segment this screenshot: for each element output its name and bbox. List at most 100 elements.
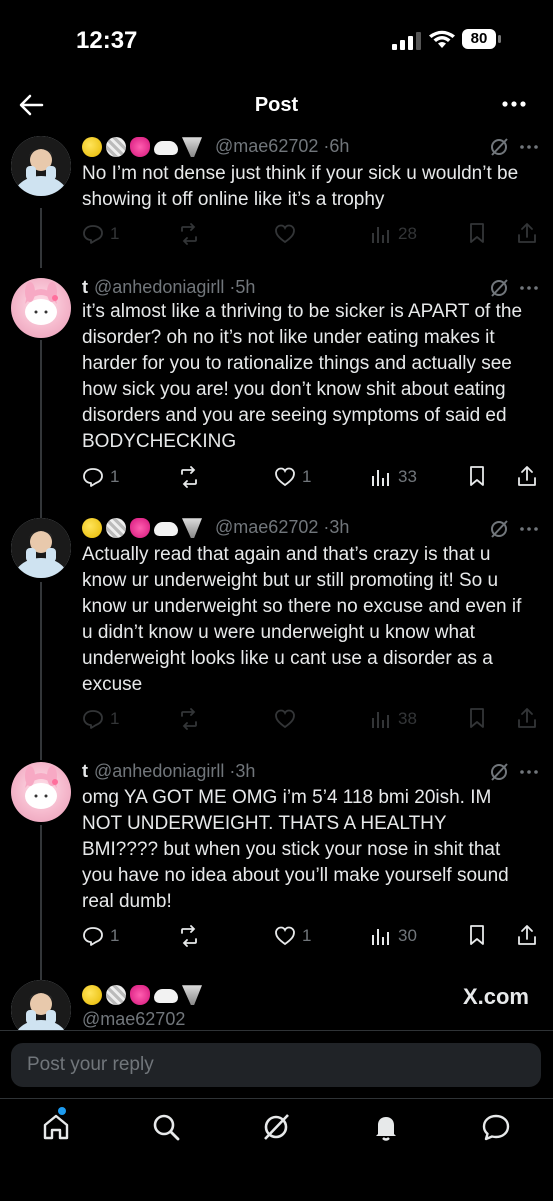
like-count: 1 (302, 926, 312, 945)
reply-button[interactable]: 1 (82, 465, 119, 489)
reply-count: 1 (110, 926, 120, 945)
like-button[interactable]: 1 (274, 924, 311, 948)
views-button[interactable]: 30 (370, 924, 417, 948)
tweet-time[interactable]: 6h (329, 136, 349, 156)
views-icon (372, 227, 389, 243)
tab-home[interactable] (40, 1111, 72, 1143)
hearts-emoji-icon (130, 137, 150, 158)
view-count: 30 (398, 926, 417, 945)
bookmark-icon[interactable] (466, 222, 488, 244)
message-icon (482, 1114, 510, 1141)
avatar-image (25, 282, 58, 325)
status-bar: 12:37 80 (0, 0, 553, 80)
grok-icon[interactable] (489, 762, 509, 782)
bookmark-icon[interactable] (466, 465, 488, 487)
hearts-emoji-icon (130, 518, 150, 539)
reply-count: 1 (110, 467, 120, 486)
display-name[interactable]: t (82, 277, 88, 297)
tweet-time[interactable]: 5h (235, 277, 255, 297)
cloud-emoji-icon (154, 989, 178, 1004)
share-icon[interactable] (516, 465, 538, 487)
lemon-emoji-icon (82, 518, 102, 539)
tweet-more-icon[interactable] (519, 768, 539, 776)
bookmark-icon[interactable] (466, 924, 488, 946)
tweet-actions: 1 1 33 (82, 465, 537, 493)
tab-notifications[interactable] (370, 1111, 402, 1143)
xcom-watermark: X.com (462, 984, 529, 1009)
grok-icon[interactable] (489, 519, 509, 539)
tweet-time[interactable]: 3h (235, 761, 255, 781)
views-button[interactable]: 28 (370, 222, 417, 246)
like-button[interactable] (274, 707, 302, 731)
display-name[interactable]: t (82, 761, 88, 781)
views-button[interactable]: 38 (370, 707, 417, 731)
views-icon (372, 712, 389, 728)
repost-icon (181, 708, 197, 730)
share-icon[interactable] (516, 924, 538, 946)
avatar[interactable] (11, 518, 71, 578)
heart-icon (275, 926, 295, 946)
tweet-actions: 1 1 30 (82, 924, 537, 952)
like-count: 1 (302, 467, 312, 486)
tweet-handle[interactable]: @anhedoniagirll (94, 277, 224, 297)
tweet-handle[interactable]: @anhedoniagirll (94, 761, 224, 781)
battery-indicator: 80 (462, 29, 504, 51)
tweet-handle[interactable]: @mae62702 (215, 517, 318, 537)
tweet-actions: 1 28 (82, 222, 537, 250)
repost-button[interactable] (178, 924, 200, 948)
heart-icon (275, 709, 295, 729)
avatar-image (11, 136, 71, 196)
repost-button[interactable] (178, 465, 200, 489)
disco-ball-emoji-icon (106, 518, 126, 539)
reply-input[interactable] (11, 1043, 541, 1087)
avatar[interactable] (11, 762, 71, 822)
bell-icon (376, 1117, 396, 1141)
tweet-text: omg YA GOT ME OMG i’m 5’4 118 bmi 20ish.… (82, 787, 509, 912)
tweet-handle-line: @mae62702 (82, 1009, 185, 1030)
cloud-emoji-icon (154, 522, 178, 537)
tweet-meta: t @anhedoniagirll ·5h (82, 277, 255, 298)
grok-icon[interactable] (489, 137, 509, 157)
avatar[interactable] (11, 278, 71, 338)
reply-composer (0, 1030, 553, 1101)
status-time: 12:37 (76, 27, 138, 54)
thread-line (40, 825, 42, 980)
home-icon (43, 1114, 69, 1140)
tweet-handle[interactable]: @mae62702 (82, 1009, 185, 1029)
share-icon[interactable] (516, 222, 538, 244)
avatar[interactable] (11, 136, 71, 196)
tornado-emoji-icon (182, 137, 202, 158)
avatar-image (11, 518, 71, 578)
like-button[interactable] (274, 222, 302, 246)
repost-button[interactable] (178, 222, 200, 246)
tweet-more-icon[interactable] (519, 143, 539, 151)
battery-cap (498, 35, 501, 43)
tab-grok[interactable] (260, 1111, 292, 1143)
tweet-time[interactable]: 3h (329, 517, 349, 537)
display-name-emoji (82, 518, 202, 539)
views-button[interactable]: 33 (370, 465, 417, 489)
tweet-more-icon[interactable] (519, 284, 539, 292)
lemon-emoji-icon (82, 985, 102, 1006)
reply-button[interactable]: 1 (82, 707, 119, 731)
grok-icon[interactable] (489, 278, 509, 298)
reply-button[interactable]: 1 (82, 924, 119, 948)
tab-messages[interactable] (480, 1111, 512, 1143)
repost-button[interactable] (178, 707, 200, 731)
reply-button[interactable]: 1 (82, 222, 119, 246)
share-icon[interactable] (516, 707, 538, 729)
more-icon[interactable] (501, 94, 527, 114)
disco-ball-emoji-icon (106, 137, 126, 158)
tweet-handle[interactable]: @mae62702 (215, 136, 318, 156)
notification-dot (58, 1107, 66, 1115)
tweet-text: No I’m not dense just think if your sick… (82, 163, 519, 210)
bookmark-icon[interactable] (466, 707, 488, 729)
like-button[interactable]: 1 (274, 465, 311, 489)
view-count: 28 (398, 224, 417, 243)
tab-search[interactable] (150, 1111, 182, 1143)
tweet-more-icon[interactable] (519, 525, 539, 533)
views-icon (372, 929, 389, 945)
disco-ball-emoji-icon (106, 985, 126, 1006)
lemon-emoji-icon (82, 137, 102, 158)
cellular-signal-icon (392, 32, 421, 50)
